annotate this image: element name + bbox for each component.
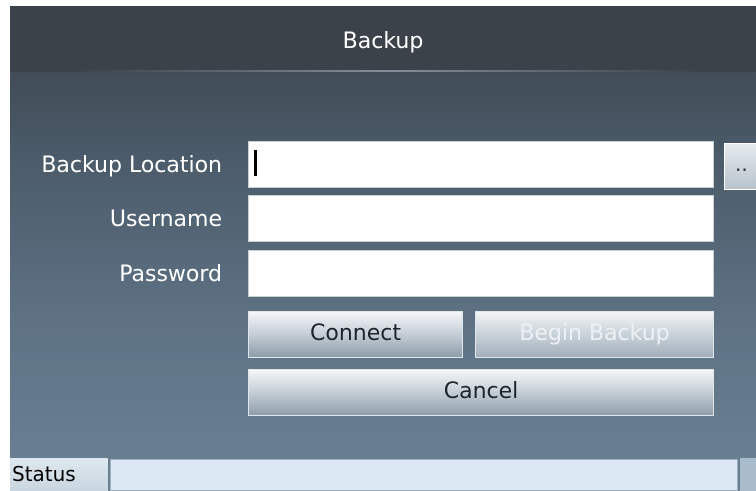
- password-label: Password: [119, 262, 222, 287]
- backup-location-input[interactable]: [248, 141, 714, 188]
- username-label: Username: [109, 207, 222, 232]
- title-bar: Backup: [10, 6, 756, 72]
- backup-dialog: Backup Backup Location .. Username Passw…: [10, 6, 756, 491]
- password-input[interactable]: [248, 250, 714, 297]
- username-input[interactable]: [248, 195, 714, 242]
- cancel-button[interactable]: Cancel: [248, 369, 714, 416]
- backup-location-label: Backup Location: [41, 153, 222, 178]
- status-text: [110, 459, 738, 491]
- status-bar: Status: [10, 458, 756, 491]
- title-divider: [74, 70, 704, 72]
- status-label: Status: [10, 458, 108, 491]
- text-cursor: [254, 150, 257, 176]
- browse-button[interactable]: ..: [724, 143, 756, 190]
- connect-button[interactable]: Connect: [248, 311, 463, 358]
- dialog-title: Backup: [342, 29, 424, 54]
- status-bar-edge: [740, 458, 756, 491]
- begin-backup-button[interactable]: Begin Backup: [475, 311, 714, 358]
